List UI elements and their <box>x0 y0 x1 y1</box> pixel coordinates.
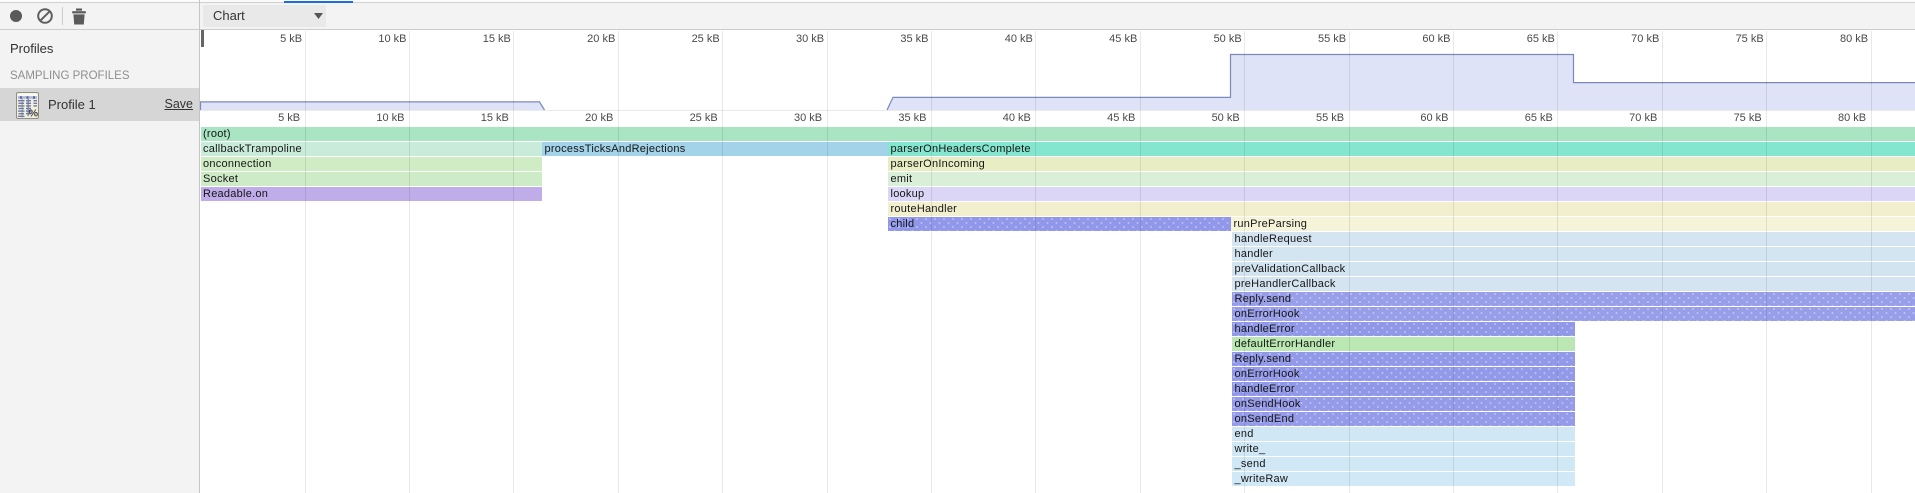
svg-text:%: % <box>29 108 39 120</box>
